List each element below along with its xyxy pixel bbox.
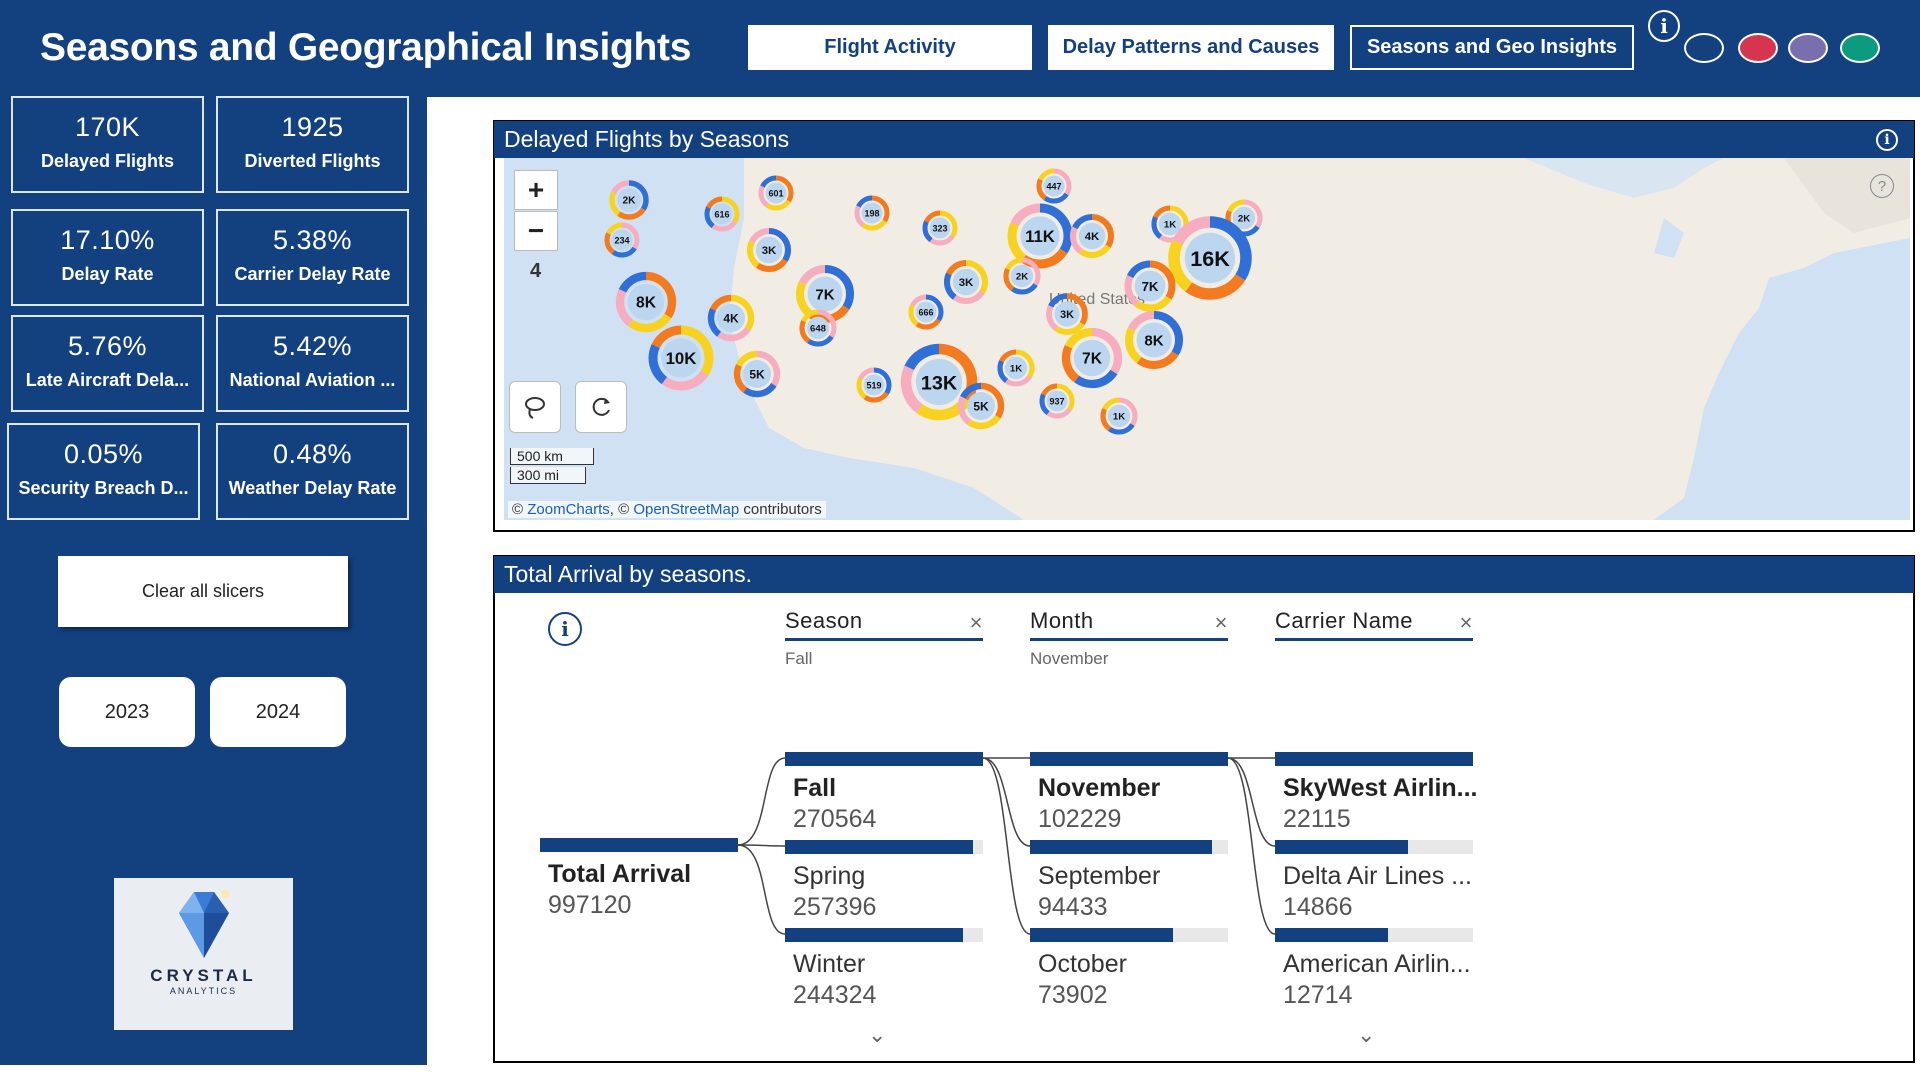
carriers-expand-chevron-icon[interactable]: ⌄	[1357, 1022, 1375, 1048]
carrier-value: 22115	[1283, 805, 1351, 833]
month-node[interactable]: November 102229	[1030, 752, 1228, 834]
season-label: Fall	[793, 774, 837, 802]
tree-root-node[interactable]: Total Arrival 997120	[540, 838, 738, 920]
month-bar	[1030, 840, 1228, 854]
carrier-label: American Airlin...	[1283, 950, 1471, 978]
season-node[interactable]: Fall 270564	[785, 752, 983, 834]
carrier-value: 14866	[1283, 893, 1353, 921]
month-value: 102229	[1038, 805, 1122, 833]
carrier-bar	[1275, 928, 1473, 942]
season-node[interactable]: Spring 257396	[785, 840, 983, 922]
month-bar-fill	[1030, 840, 1213, 854]
carrier-label: SkyWest Airlin...	[1283, 774, 1478, 802]
root-label: Total Arrival	[548, 860, 692, 888]
carrier-bar-fill	[1275, 752, 1473, 766]
month-label: September	[1038, 862, 1161, 890]
carrier-node[interactable]: American Airlin... 12714	[1275, 928, 1473, 1010]
season-node[interactable]: Winter 244324	[785, 928, 983, 1010]
carrier-node[interactable]: SkyWest Airlin... 22115	[1275, 752, 1478, 834]
root-value: 997120	[548, 891, 632, 919]
season-bar	[785, 840, 983, 854]
season-value: 270564	[793, 805, 877, 833]
carrier-value: 12714	[1283, 981, 1353, 1009]
season-bar	[785, 752, 983, 766]
carrier-label: Delta Air Lines ...	[1283, 862, 1472, 890]
month-value: 94433	[1038, 893, 1108, 921]
carrier-bar	[1275, 840, 1473, 854]
month-bar	[1030, 752, 1228, 766]
carrier-node[interactable]: Delta Air Lines ... 14866	[1275, 840, 1473, 922]
carrier-bar-fill	[1275, 840, 1408, 854]
carrier-bar-fill	[1275, 928, 1388, 942]
season-bar	[785, 928, 983, 942]
month-bar	[1030, 928, 1228, 942]
season-label: Spring	[793, 862, 866, 890]
seasons-expand-chevron-icon[interactable]: ⌄	[868, 1022, 886, 1048]
season-label: Winter	[793, 950, 866, 978]
month-bar-fill	[1030, 752, 1228, 766]
month-label: October	[1038, 950, 1127, 978]
season-bar-fill	[785, 840, 974, 854]
month-node[interactable]: September 94433	[1030, 840, 1228, 922]
season-bar-fill	[785, 752, 983, 766]
month-label: November	[1038, 774, 1161, 802]
carrier-bar	[1275, 752, 1473, 766]
season-value: 244324	[793, 981, 877, 1009]
season-value: 257396	[793, 893, 877, 921]
season-bar-fill	[785, 928, 964, 942]
month-value: 73902	[1038, 981, 1108, 1009]
month-bar-fill	[1030, 928, 1173, 942]
month-node[interactable]: October 73902	[1030, 928, 1228, 1010]
